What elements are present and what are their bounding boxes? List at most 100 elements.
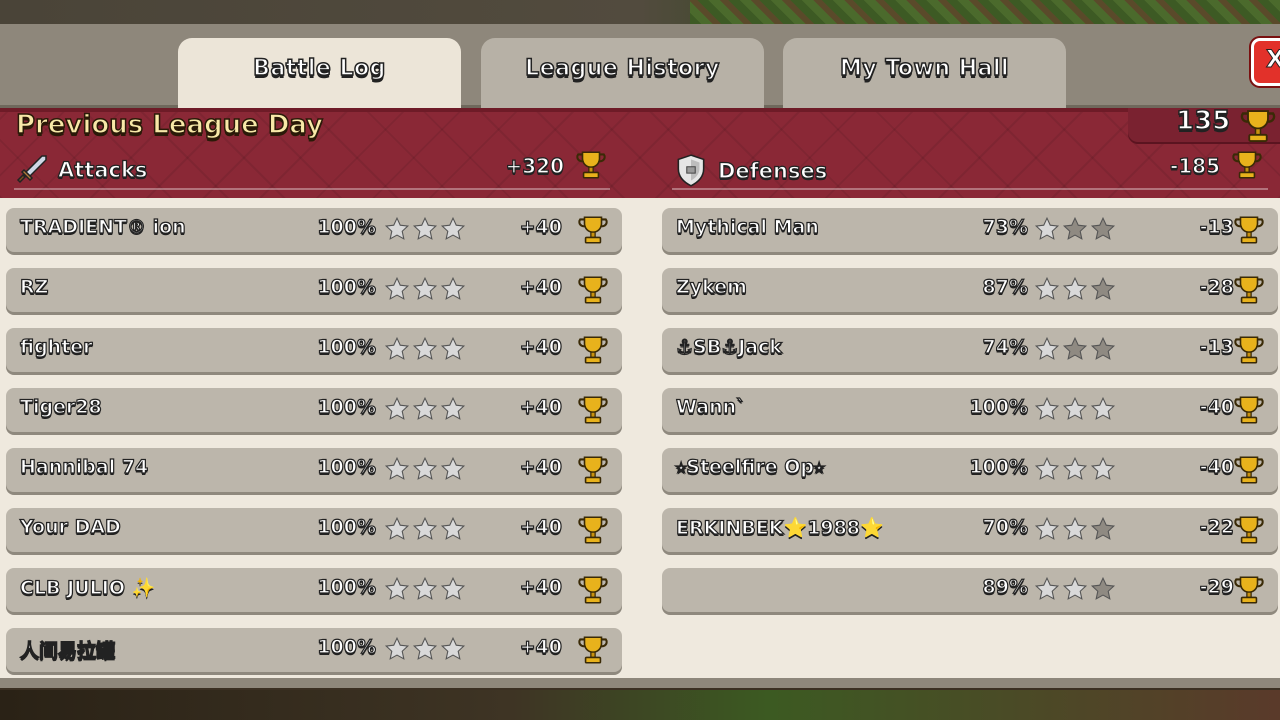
trophy-change: -28 <box>1199 275 1235 298</box>
star-earned-icon <box>412 276 438 306</box>
stars-rating <box>1034 396 1116 426</box>
attack-row[interactable]: CLB JULIO ✨ 100% +40 <box>6 568 622 612</box>
trophy-icon <box>1238 106 1278 150</box>
star-earned-icon <box>440 456 466 486</box>
stars-rating <box>384 336 466 366</box>
stars-rating <box>384 516 466 546</box>
destruction-percent: 100% <box>317 395 377 418</box>
attack-row[interactable]: TRADIENT® ion 100% +40 <box>6 208 622 252</box>
trophy-change: +40 <box>519 455 563 478</box>
star-earned-icon <box>1034 516 1060 546</box>
tab-bar: Battle Log League History My Town Hall X <box>0 24 1280 108</box>
attacks-header: Attacks <box>14 152 148 188</box>
trophy-icon <box>576 393 610 431</box>
star-earned-icon <box>412 216 438 246</box>
player-name: ⚓SB⚓Jack <box>675 335 783 358</box>
trophy-change: +40 <box>519 635 563 658</box>
battle-log-panel: Battle Log League History My Town Hall X… <box>0 24 1280 688</box>
destruction-percent: 70% <box>982 515 1029 538</box>
star-earned-icon <box>1034 456 1060 486</box>
player-name: Your DAD <box>19 515 121 538</box>
attacks-label: Attacks <box>57 157 148 182</box>
trophy-change: -29 <box>1199 575 1235 598</box>
attack-row[interactable]: RZ 100% +40 <box>6 268 622 312</box>
defense-row[interactable]: 89% -29 <box>662 568 1278 612</box>
star-earned-icon <box>440 336 466 366</box>
star-earned-icon <box>412 336 438 366</box>
league-day-banner: Previous League Day 135 Attacks +320 Def… <box>0 105 1280 198</box>
stars-rating <box>384 396 466 426</box>
tab-my-town-hall[interactable]: My Town Hall <box>783 38 1066 108</box>
close-icon: X <box>1266 45 1280 74</box>
player-name: CLB JULIO ✨ <box>19 576 156 599</box>
defense-row[interactable]: ERKINBEK⭐1988⭐ 70% -22 <box>662 508 1278 552</box>
destruction-percent: 87% <box>982 275 1029 298</box>
destruction-percent: 100% <box>317 215 377 238</box>
trophy-icon <box>1232 513 1266 551</box>
destruction-percent: 89% <box>982 575 1029 598</box>
star-earned-icon <box>412 396 438 426</box>
player-name: RZ <box>19 275 49 298</box>
trophy-change: +40 <box>519 215 563 238</box>
defenses-header: Defenses <box>672 152 828 190</box>
trophy-change: +40 <box>519 275 563 298</box>
trophy-icon <box>1232 213 1266 251</box>
tab-battle-log[interactable]: Battle Log <box>178 38 461 108</box>
star-earned-icon <box>384 516 410 546</box>
player-name: ERKINBEK⭐1988⭐ <box>675 516 884 539</box>
player-name: fighter <box>19 335 93 358</box>
defense-row[interactable]: Zykem 87% -28 <box>662 268 1278 312</box>
trophy-change: -22 <box>1199 515 1235 538</box>
trophy-change: +40 <box>519 335 563 358</box>
game-background-bottom <box>0 690 1280 720</box>
attack-row[interactable]: Your DAD 100% +40 <box>6 508 622 552</box>
destruction-percent: 100% <box>317 455 377 478</box>
star-earned-icon <box>384 276 410 306</box>
defense-row[interactable]: ⚓SB⚓Jack 74% -13 <box>662 328 1278 372</box>
star-empty-icon <box>1062 336 1088 366</box>
destruction-percent: 100% <box>317 635 377 658</box>
close-button[interactable]: X <box>1251 38 1280 86</box>
defense-row[interactable]: ⭑Steelfire Op⭑ 100% -40 <box>662 448 1278 492</box>
sword-icon <box>14 152 50 188</box>
star-earned-icon <box>440 276 466 306</box>
star-earned-icon <box>440 516 466 546</box>
star-empty-icon <box>1090 336 1116 366</box>
star-empty-icon <box>1090 576 1116 606</box>
trophy-icon <box>576 633 610 671</box>
player-name: Tiger28 <box>19 395 102 418</box>
trophy-icon <box>576 573 610 611</box>
defense-row[interactable]: Mythical Man 73% -13 <box>662 208 1278 252</box>
star-earned-icon <box>412 456 438 486</box>
trophy-icon <box>576 273 610 311</box>
player-name: Mythical Man <box>675 215 819 238</box>
trophy-icon <box>576 333 610 371</box>
star-earned-icon <box>440 576 466 606</box>
tab-league-history[interactable]: League History <box>481 38 764 108</box>
attack-row[interactable]: Hannibal 74 100% +40 <box>6 448 622 492</box>
star-earned-icon <box>384 396 410 426</box>
trophy-change: -40 <box>1199 455 1235 478</box>
trophy-icon <box>576 513 610 551</box>
star-empty-icon <box>1090 516 1116 546</box>
trophy-change: -13 <box>1199 335 1235 358</box>
attack-row[interactable]: fighter 100% +40 <box>6 328 622 372</box>
trophy-change: +40 <box>519 575 563 598</box>
trophy-change: +40 <box>519 515 563 538</box>
defenses-total: -185 <box>1169 153 1220 178</box>
defense-row[interactable]: Wann` 100% -40 <box>662 388 1278 432</box>
star-earned-icon <box>440 636 466 666</box>
attack-row[interactable]: Tiger28 100% +40 <box>6 388 622 432</box>
stars-rating <box>384 276 466 306</box>
defenses-label: Defenses <box>717 158 828 183</box>
star-earned-icon <box>412 516 438 546</box>
trophy-total-box: 135 <box>1128 105 1280 144</box>
star-earned-icon <box>1062 276 1088 306</box>
star-earned-icon <box>1062 396 1088 426</box>
player-name: Zykem <box>675 275 747 298</box>
star-earned-icon <box>1090 456 1116 486</box>
attack-row[interactable]: 人间易拉罐 100% +40 <box>6 628 622 672</box>
stars-rating <box>1034 276 1116 306</box>
star-empty-icon <box>1090 216 1116 246</box>
trophy-change: -13 <box>1199 215 1235 238</box>
